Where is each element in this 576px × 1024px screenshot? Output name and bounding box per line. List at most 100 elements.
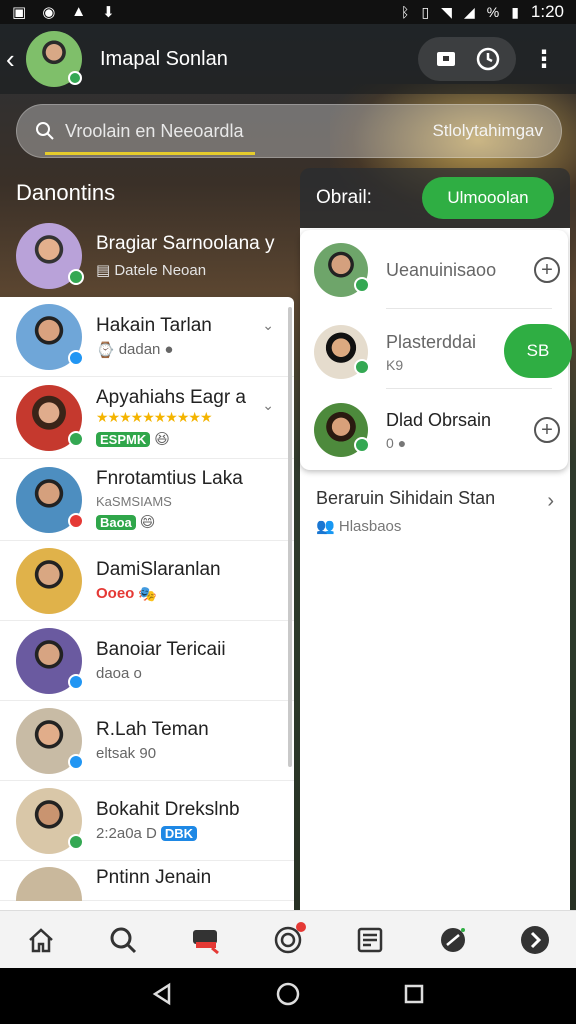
emoji-icon: 😆 [154, 431, 170, 448]
download-icon: ⬇ [102, 4, 115, 21]
search-icon[interactable] [103, 920, 143, 960]
contact-name: Banoiar Tericaii [96, 639, 226, 660]
contact-list: Hakain Tarlan ⌚ dadan ● ⌄ Apyahiahs Eagr a… [0, 297, 294, 910]
clock: 1:20 [530, 2, 564, 21]
emoji-icon: 😄 [139, 514, 156, 531]
avatar [16, 466, 84, 533]
chevron-down-icon[interactable]: ⌄ [262, 397, 274, 414]
list-item[interactable]: DamiSlaranlan Ooeo 🎭 [0, 541, 294, 621]
media-icon[interactable] [432, 45, 460, 73]
suggestion-item[interactable]: Plasterddai K9 SB [314, 312, 572, 392]
scrollbar[interactable] [288, 307, 292, 767]
contact-status: KaSMSIAMS [96, 494, 172, 509]
header-action-group [418, 37, 516, 81]
top-app-bar: ‹ Imapal Sonlan ⋮ [0, 24, 576, 94]
section-title: Danontins [16, 180, 116, 205]
status-tag: DBK [160, 826, 198, 841]
battery-percent: % [486, 4, 500, 20]
status-tag: Baoa [96, 514, 136, 530]
list-item[interactable]: Hakain Tarlan ⌚ dadan ● ⌄ [0, 297, 294, 377]
primary-action-button[interactable]: Ulmooolan [422, 177, 554, 219]
notifications-icon[interactable] [268, 920, 308, 960]
contact-status: eltsak 90 [96, 745, 157, 762]
featured-contact[interactable]: Bragiar Sarnoolana y ▤ Datele Neoan [16, 220, 296, 292]
contact-name: Ueanuinisaoo [386, 259, 497, 280]
avatar [16, 223, 84, 289]
system-navigation [0, 968, 576, 1024]
back-icon[interactable] [151, 982, 173, 1011]
status-bar: ▣ ◉ ▲ ⬇ ᛒ ▯ ◥ ◢ % ▮ 1:20 [0, 0, 576, 24]
suggestion-item[interactable]: Ueanuinisaoo + [314, 230, 560, 310]
contact-status: dadan [118, 341, 161, 358]
list-item[interactable]: Apyahiahs Eagr a ★★★★★★★★★★ ESPMK 😆 ⌄ [0, 377, 294, 459]
next-arrow-icon[interactable] [515, 920, 555, 960]
chevron-right-icon[interactable]: › [547, 490, 554, 513]
avatar [16, 384, 84, 451]
profile-avatar[interactable] [26, 31, 82, 87]
list-item[interactable]: R.Lah Teman eltsak 90 [0, 701, 294, 781]
contact-name: R.Lah Teman [96, 719, 209, 740]
more-options-icon[interactable]: ⋮ [532, 45, 556, 74]
search-icon [36, 122, 54, 140]
avatar [314, 325, 370, 379]
list-item[interactable]: Pntinn Jenain [0, 861, 294, 901]
notification-icon: ▣ [12, 4, 27, 21]
suggestion-item[interactable]: Dlad Obrsain 0 ● + [314, 390, 560, 470]
list-item[interactable]: Bokahit Drekslnb 2:2a0a D DBK [0, 781, 294, 861]
list-item[interactable]: Banoiar Tericaii daoa o [0, 621, 294, 701]
contact-sub: ▤ Datele Neoan [96, 262, 207, 279]
feed-icon[interactable] [350, 920, 390, 960]
contact-status: daoa o [96, 665, 142, 682]
info-icon: ● [164, 341, 174, 358]
status-tag: Ooeo [96, 585, 135, 602]
contact-name: Bragiar Sarnoolana y [96, 233, 275, 254]
home-icon[interactable] [21, 920, 61, 960]
search-filter-label[interactable]: Stlolytahimgav [432, 121, 543, 141]
avatar [314, 403, 370, 457]
contact-name: DamiSlaranlan [96, 558, 221, 580]
recents-icon[interactable] [403, 983, 425, 1010]
contact-name: Fnrotamtius Laka [96, 468, 243, 489]
avatar [16, 547, 82, 614]
explore-icon[interactable] [433, 920, 473, 960]
contact-name: Bokahit Drekslnb [96, 799, 240, 820]
panel-label: Obrail: [316, 187, 372, 208]
chat-icon[interactable] [186, 920, 226, 960]
search-underline [45, 152, 255, 155]
add-contact-icon[interactable]: + [534, 257, 560, 283]
contact-status: 2:2a0a D [96, 825, 157, 842]
photo-icon: ▲ [71, 3, 87, 20]
document-icon: ▤ [96, 262, 115, 279]
chevron-down-icon[interactable]: ⌄ [262, 317, 274, 334]
wifi-icon: ◥ [441, 3, 452, 20]
app-icon: ◉ [42, 4, 56, 21]
add-contact-icon[interactable]: + [534, 417, 560, 443]
avatar [16, 867, 82, 901]
vibrate-icon: ▯ [421, 3, 430, 20]
avatar [314, 243, 370, 297]
people-icon: 👥 [316, 518, 335, 535]
avatar [16, 707, 84, 774]
back-arrow-icon[interactable]: ‹ [6, 44, 22, 75]
group-item[interactable]: Beraruin Sihidain Stan 👥 Hlasbaos › [316, 488, 556, 535]
accept-button[interactable]: SB [504, 324, 572, 378]
signal-icon: ◢ [463, 3, 475, 20]
history-icon[interactable] [474, 45, 502, 73]
contact-name: Pntinn Jenain [96, 867, 212, 888]
avatar [16, 787, 84, 854]
bottom-navigation [0, 910, 576, 968]
group-name: Beraruin Sihidain Stan [316, 488, 496, 508]
clock-icon: ⌚ [96, 341, 115, 359]
contact-sub: 0 [386, 434, 394, 451]
page-title: Imapal Sonlan [100, 47, 228, 70]
right-panel-header: Obrail: Ulmooolan [300, 168, 570, 228]
sticker-icon: 🎭 [138, 585, 158, 603]
avatar [16, 627, 84, 694]
group-sub: Hlasbaos [338, 518, 402, 535]
bluetooth-icon: ᛒ [401, 4, 410, 20]
avatar [16, 303, 84, 370]
home-circle-icon[interactable] [275, 981, 301, 1012]
list-item[interactable]: Fnrotamtius Laka KaSMSIAMS Baoa 😄 [0, 459, 294, 541]
search-input[interactable]: Vroolain en Neeoardla [65, 121, 243, 142]
search-bar[interactable]: Vroolain en Neeoardla Stlolytahimgav [16, 104, 562, 158]
